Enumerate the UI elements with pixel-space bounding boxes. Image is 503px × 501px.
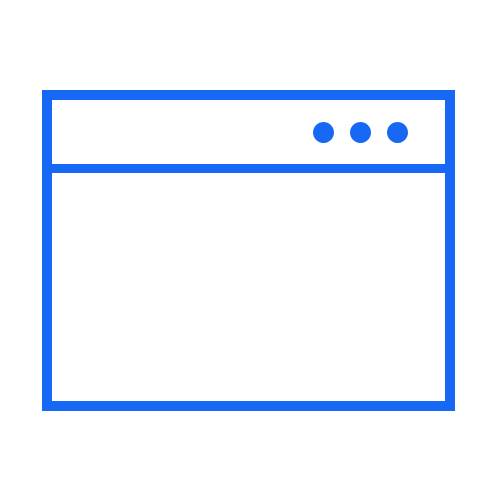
window-controls bbox=[313, 122, 408, 143]
window-content-area bbox=[52, 173, 445, 401]
browser-window-icon bbox=[42, 90, 455, 411]
window-title-bar bbox=[52, 100, 445, 173]
window-control-dot-icon bbox=[313, 122, 334, 143]
window-control-dot-icon bbox=[350, 122, 371, 143]
window-control-dot-icon bbox=[387, 122, 408, 143]
icon-canvas bbox=[0, 0, 503, 501]
